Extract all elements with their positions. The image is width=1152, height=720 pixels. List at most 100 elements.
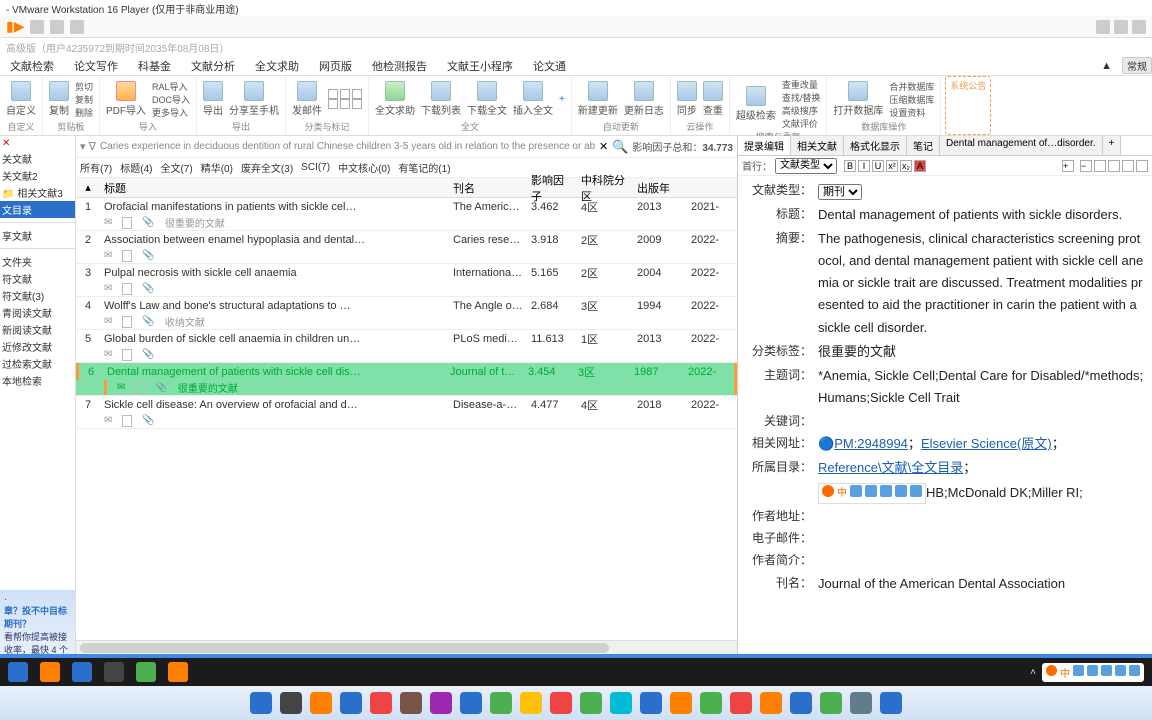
ribbon-announce[interactable]: 系统公告 — [945, 76, 991, 135]
status-line: 高级版（用户4235972到期时间2035年08月08日） — [0, 38, 1152, 56]
vm-icon-1[interactable] — [30, 20, 44, 34]
table-row[interactable]: 7Sickle cell disease: An overview of oro… — [76, 396, 737, 429]
host-app[interactable] — [730, 692, 752, 714]
rbtn-cut[interactable]: 剪切 — [75, 80, 93, 93]
host-app[interactable] — [610, 692, 632, 714]
first-line-select[interactable]: 文献类型 — [775, 158, 837, 174]
rbtn-copy2[interactable]: 复制 — [75, 93, 93, 106]
underline-icon[interactable]: U — [872, 160, 884, 172]
host-app[interactable] — [790, 692, 812, 714]
rbtn-fulltext[interactable]: 全文求助 — [375, 81, 415, 117]
tab-plus[interactable]: + — [1103, 136, 1122, 155]
menu-item[interactable]: 科基金 — [128, 58, 181, 74]
menu-item[interactable]: 网页版 — [309, 58, 362, 74]
h-scrollbar[interactable] — [76, 640, 737, 654]
tree-node[interactable]: 关文献 — [0, 150, 75, 167]
misc-icon[interactable] — [1108, 160, 1120, 172]
rbtn-super-search[interactable]: 超级检索 — [736, 86, 776, 122]
plus-icon[interactable]: + — [1062, 160, 1074, 172]
task-app[interactable] — [40, 662, 60, 682]
ime-tray: 中 — [1042, 663, 1144, 682]
task-app[interactable] — [136, 662, 156, 682]
host-app[interactable] — [880, 692, 902, 714]
rbtn-export[interactable]: 导出 — [203, 81, 223, 117]
tree-node[interactable]: 📁 相关文献3 — [0, 184, 75, 201]
task-app[interactable] — [8, 662, 28, 682]
table-row[interactable]: 2Association between enamel hypoplasia a… — [76, 231, 737, 264]
play-icon[interactable]: ▮▶ — [6, 18, 24, 35]
menu-item[interactable]: 论文写作 — [64, 58, 128, 74]
host-app[interactable] — [370, 692, 392, 714]
tree-node[interactable]: 关文献2 — [0, 167, 75, 184]
pm-link[interactable]: PM:2948994 — [834, 436, 908, 451]
host-app[interactable] — [280, 692, 302, 714]
host-app[interactable] — [460, 692, 482, 714]
tree-node-selected[interactable]: 文目录 — [0, 201, 75, 218]
dir-link[interactable]: Reference\文献\全文目录 — [818, 460, 963, 475]
misc-icon[interactable] — [1136, 160, 1148, 172]
minus-icon[interactable]: − — [1080, 160, 1092, 172]
clear-icon[interactable]: ✕ — [599, 140, 608, 153]
menu-item[interactable]: 全文求助 — [245, 58, 309, 74]
host-app[interactable] — [400, 692, 422, 714]
host-app[interactable] — [700, 692, 722, 714]
vm-right-icon-3[interactable] — [1132, 20, 1146, 34]
italic-icon[interactable]: I — [858, 160, 870, 172]
host-app[interactable] — [250, 692, 272, 714]
host-app[interactable] — [430, 692, 452, 714]
ime-popup: 中 — [818, 483, 926, 504]
menu-item[interactable]: 文献检索 — [0, 58, 64, 74]
rbtn-share-phone[interactable]: 分享至手机 — [229, 81, 279, 117]
vm-icon-3[interactable] — [70, 20, 84, 34]
rbtn-email[interactable]: 发邮件 — [292, 81, 322, 117]
host-app[interactable] — [520, 692, 542, 714]
table-row[interactable]: 3Pulpal necrosis with sickle cell anaemi… — [76, 264, 737, 297]
rbtn-custom[interactable]: 自定义 — [6, 81, 36, 117]
close-tree-icon[interactable]: ✕ — [2, 138, 10, 149]
host-app[interactable] — [820, 692, 842, 714]
menu-item[interactable]: 文献王小程序 — [437, 58, 523, 74]
menu-mode[interactable]: 常规 — [1122, 57, 1152, 74]
vm-icon-2[interactable] — [50, 20, 64, 34]
misc-icon[interactable] — [1094, 160, 1106, 172]
host-app[interactable] — [640, 692, 662, 714]
host-app[interactable] — [490, 692, 512, 714]
table-row[interactable]: 1Orofacial manifestations in patients wi… — [76, 198, 737, 231]
sub-icon[interactable]: x₂ — [900, 160, 912, 172]
menu-item[interactable]: 他检测报告 — [362, 58, 437, 74]
type-select[interactable]: 期刊 — [818, 184, 862, 200]
host-app[interactable] — [550, 692, 572, 714]
task-app[interactable] — [168, 662, 188, 682]
task-app[interactable] — [104, 662, 124, 682]
sup-icon[interactable]: x² — [886, 160, 898, 172]
rbtn-delete[interactable]: 删除 — [75, 106, 93, 119]
bold-icon[interactable]: B — [844, 160, 856, 172]
search-icon[interactable]: 🔍 — [612, 139, 628, 155]
vm-right-icon-2[interactable] — [1114, 20, 1128, 34]
rbtn-copy[interactable]: 复制 — [49, 81, 69, 117]
vm-right-icon-1[interactable] — [1096, 20, 1110, 34]
detail-body: 文献类型：期刊 标题：Dental management of patients… — [738, 176, 1152, 654]
table-row[interactable]: 5Global burden of sickle cell anaemia in… — [76, 330, 737, 363]
search-input[interactable] — [100, 141, 595, 152]
menu-item[interactable]: 文献分析 — [181, 58, 245, 74]
misc-icon[interactable] — [1122, 160, 1134, 172]
menu-up[interactable]: ▲ — [1091, 60, 1122, 72]
rbtn-pdf-import[interactable]: PDF导入 — [106, 81, 146, 117]
host-app[interactable] — [670, 692, 692, 714]
host-app[interactable] — [760, 692, 782, 714]
menu-item[interactable]: 论文通 — [523, 58, 576, 74]
host-app[interactable] — [340, 692, 362, 714]
col-sort[interactable]: ▴ — [76, 181, 100, 194]
task-app[interactable] — [72, 662, 92, 682]
host-app[interactable] — [310, 692, 332, 714]
color-icon[interactable]: A — [914, 160, 926, 172]
funnel-icon[interactable]: ▾ ∇ — [80, 140, 96, 153]
table-row[interactable]: 4Wolff's Law and bone's structural adapt… — [76, 297, 737, 330]
tray-chevron[interactable]: ˄ — [1030, 667, 1036, 678]
center-pane: ▾ ∇ ✕ 🔍 影响因子总和：34.773 所有(7) 标题(4) 全文(7) … — [76, 136, 738, 654]
elsevier-link[interactable]: Elsevier Science(原文) — [921, 436, 1052, 451]
table-row[interactable]: 6Dental management of patients with sick… — [76, 363, 737, 396]
host-app[interactable] — [580, 692, 602, 714]
host-app[interactable] — [850, 692, 872, 714]
